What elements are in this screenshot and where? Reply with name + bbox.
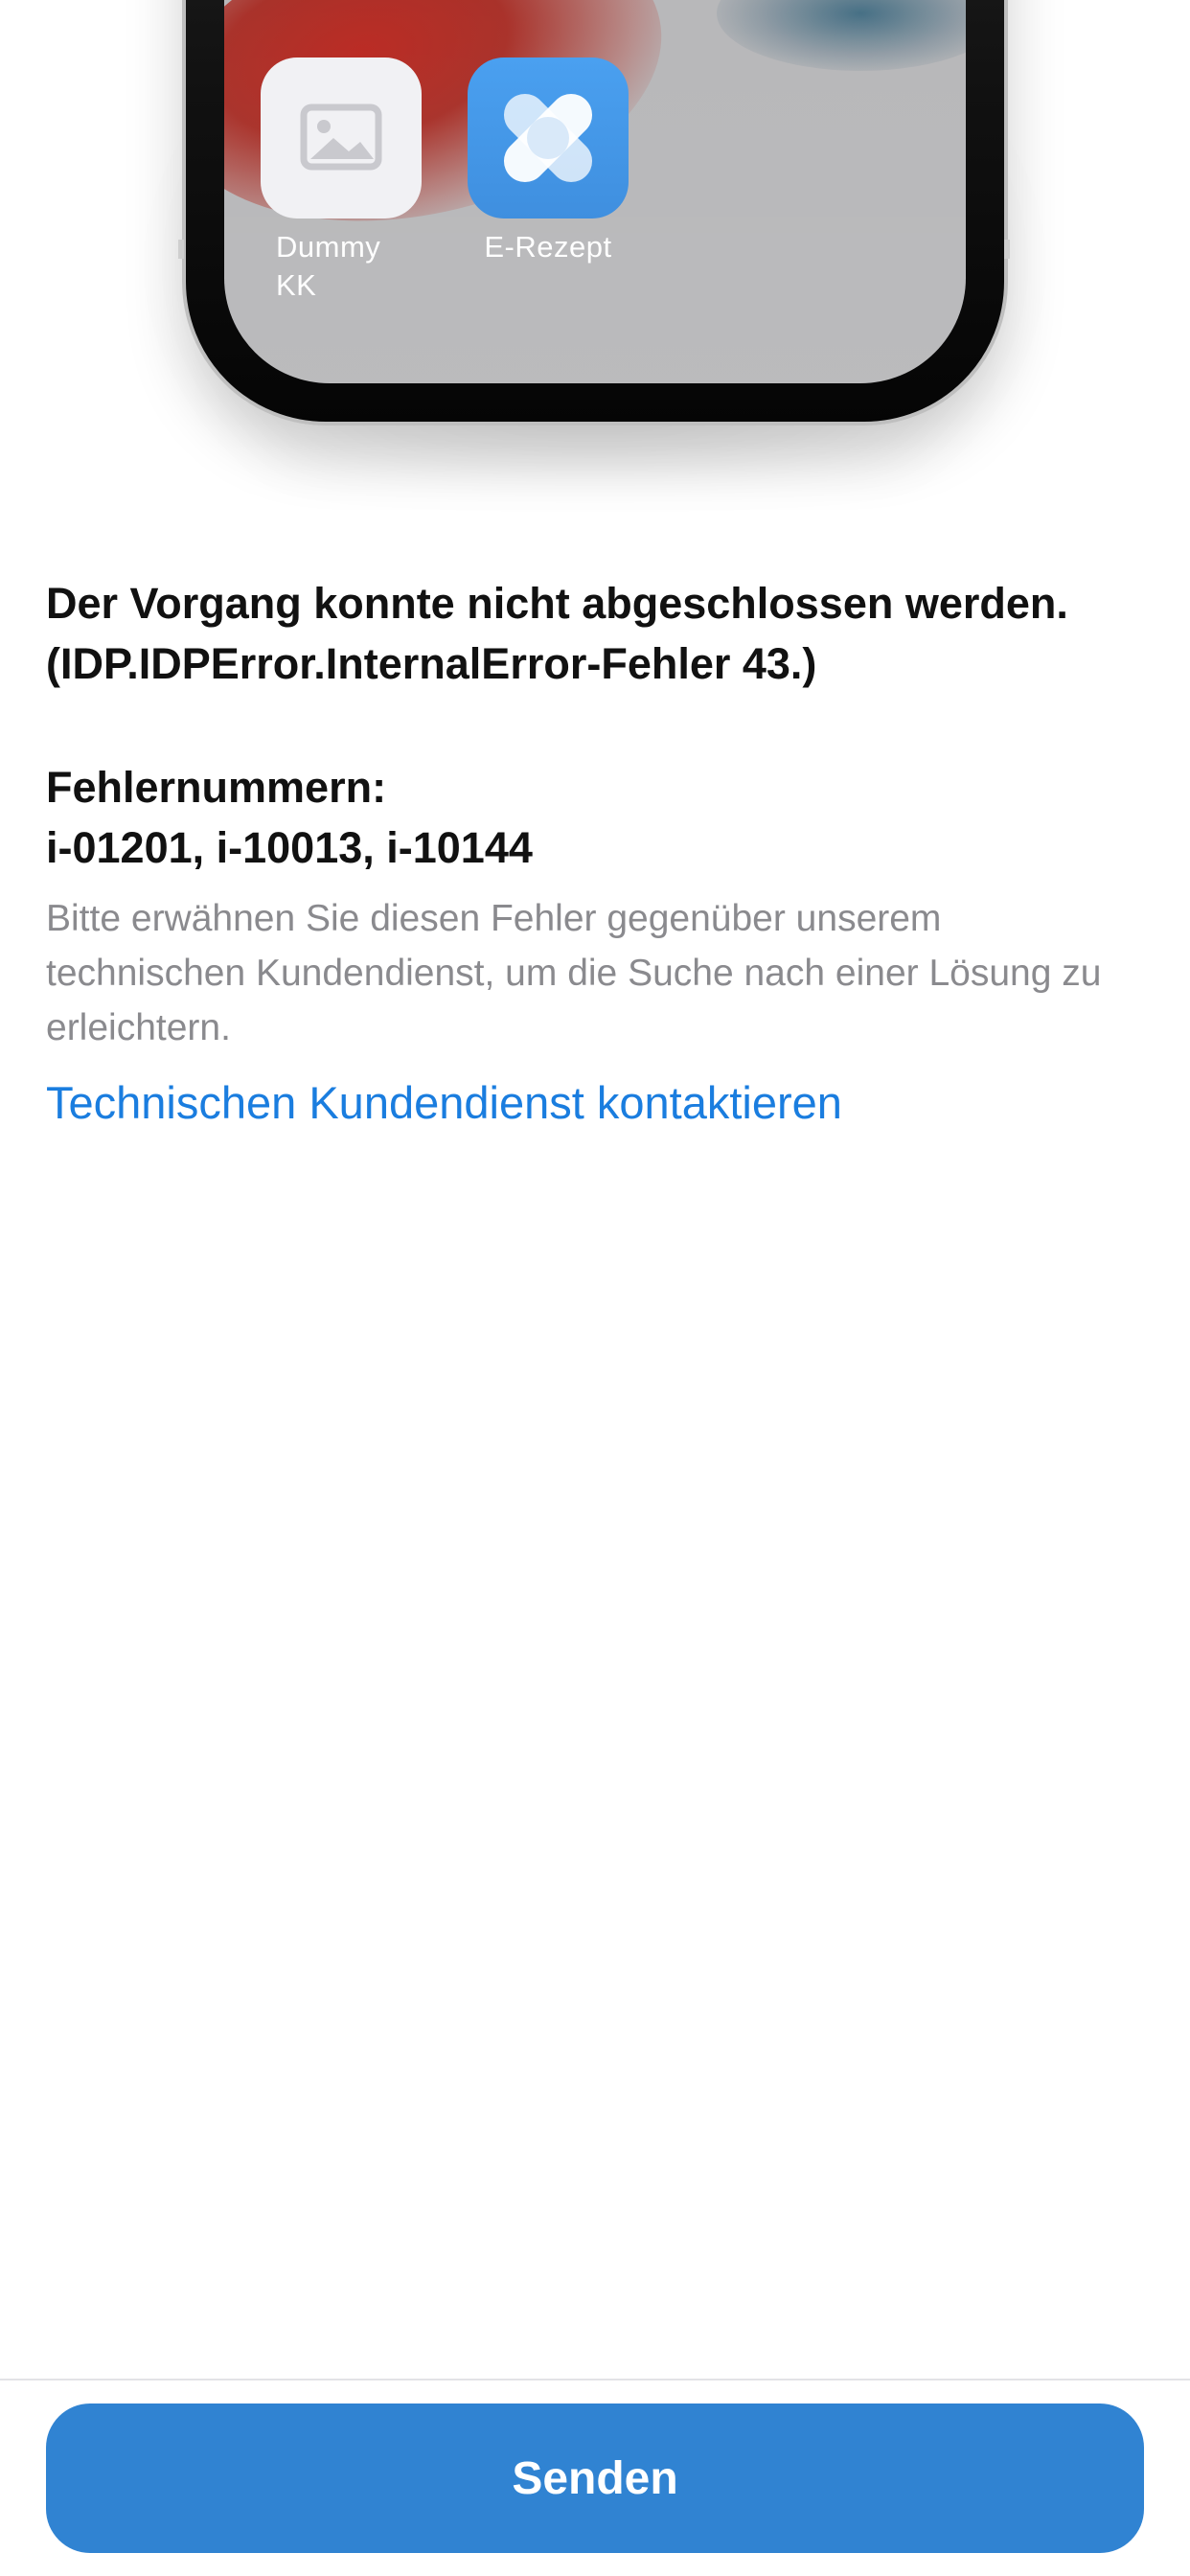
- image-placeholder-icon: [261, 58, 422, 218]
- phone-illustration: Dummy KK E-Rezept: [0, 0, 1190, 537]
- erezept-heart-cross-icon: [468, 58, 629, 218]
- error-hint: Bitte erwähnen Sie diesen Fehler gegenüb…: [46, 898, 1102, 1048]
- app-label-dummy-kk: Dummy KK: [276, 230, 381, 302]
- send-button[interactable]: Senden: [46, 2404, 1144, 2553]
- phone-side-button-right: [1004, 240, 1010, 259]
- app-label-erezept: E-Rezept: [484, 230, 612, 264]
- app-dummy-kk: Dummy KK: [255, 58, 427, 305]
- error-content: Der Vorgang konnte nicht abgeschlossen w…: [46, 573, 1148, 1132]
- error-message: Der Vorgang konnte nicht abgeschlossen w…: [46, 579, 1068, 688]
- contact-support-link[interactable]: Technischen Kundendienst kontaktieren: [46, 1074, 842, 1132]
- error-codes: i-01201, i-10013, i-10144: [46, 823, 533, 872]
- app-erezept: E-Rezept: [462, 58, 634, 266]
- footer-divider: [0, 2379, 1190, 2380]
- phone-side-button-left: [178, 240, 184, 259]
- error-codes-heading: Fehlernummern:: [46, 763, 387, 812]
